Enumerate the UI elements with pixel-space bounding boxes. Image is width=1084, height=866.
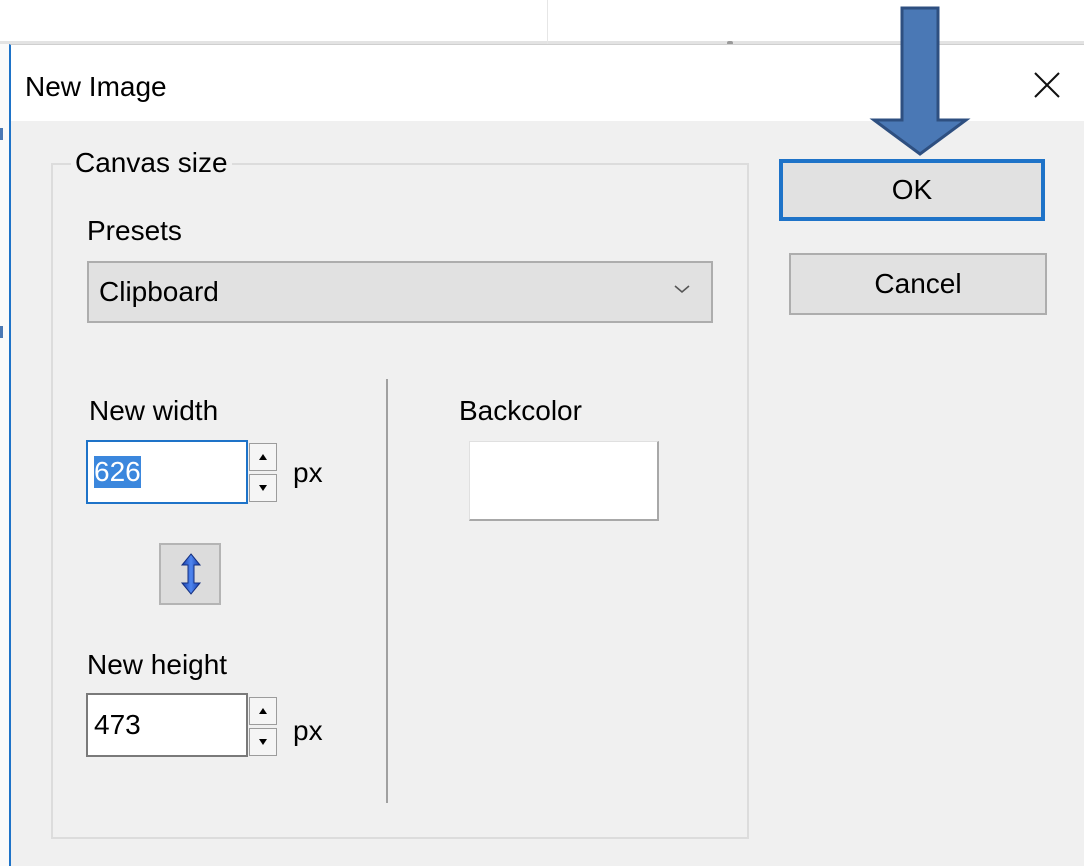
backcolor-swatch[interactable]	[469, 441, 659, 521]
presets-selected-value: Clipboard	[99, 276, 219, 307]
chevron-down-icon	[674, 285, 690, 294]
vertical-double-arrow-icon	[180, 553, 202, 595]
background-left-mark	[0, 128, 3, 140]
close-button[interactable]	[1029, 67, 1065, 103]
new-height-decrement-button[interactable]	[249, 728, 277, 756]
presets-label: Presets	[87, 215, 182, 246]
new-width-unit: px	[293, 457, 323, 488]
new-width-increment-button[interactable]	[249, 443, 277, 471]
canvas-size-group-label: Canvas size	[71, 147, 232, 179]
new-image-dialog: New Image Canvas size Presets Clipboard …	[9, 44, 1084, 866]
spin-down-icon	[259, 739, 267, 745]
new-width-spinner[interactable]	[249, 443, 279, 503]
new-width-decrement-button[interactable]	[249, 474, 277, 502]
new-height-spinner[interactable]	[249, 697, 279, 757]
close-icon	[1034, 72, 1060, 98]
new-height-input[interactable]: 473	[86, 693, 248, 757]
new-height-value: 473	[94, 709, 141, 740]
background-separator	[547, 0, 548, 44]
spin-up-icon	[259, 454, 267, 460]
ok-button[interactable]: OK	[779, 159, 1045, 221]
column-divider	[386, 379, 388, 803]
new-height-increment-button[interactable]	[249, 697, 277, 725]
cancel-button[interactable]: Cancel	[789, 253, 1047, 315]
spin-up-icon	[259, 708, 267, 714]
new-width-value: 626	[94, 456, 141, 488]
new-height-unit: px	[293, 715, 323, 746]
new-height-label: New height	[87, 649, 228, 680]
aspect-ratio-link-toggle[interactable]	[159, 543, 221, 605]
spin-down-icon	[259, 485, 267, 491]
presets-dropdown[interactable]: Clipboard	[87, 261, 713, 323]
new-width-label: New width	[89, 395, 219, 426]
background-left-mark	[0, 326, 3, 338]
down-arrow-annotation	[869, 6, 971, 156]
new-width-input[interactable]: 626	[86, 440, 248, 504]
backcolor-label: Backcolor	[459, 395, 582, 426]
screen: New Image Canvas size Presets Clipboard …	[0, 0, 1084, 866]
background-left-strip	[0, 44, 9, 866]
dialog-title: New Image	[25, 71, 167, 102]
